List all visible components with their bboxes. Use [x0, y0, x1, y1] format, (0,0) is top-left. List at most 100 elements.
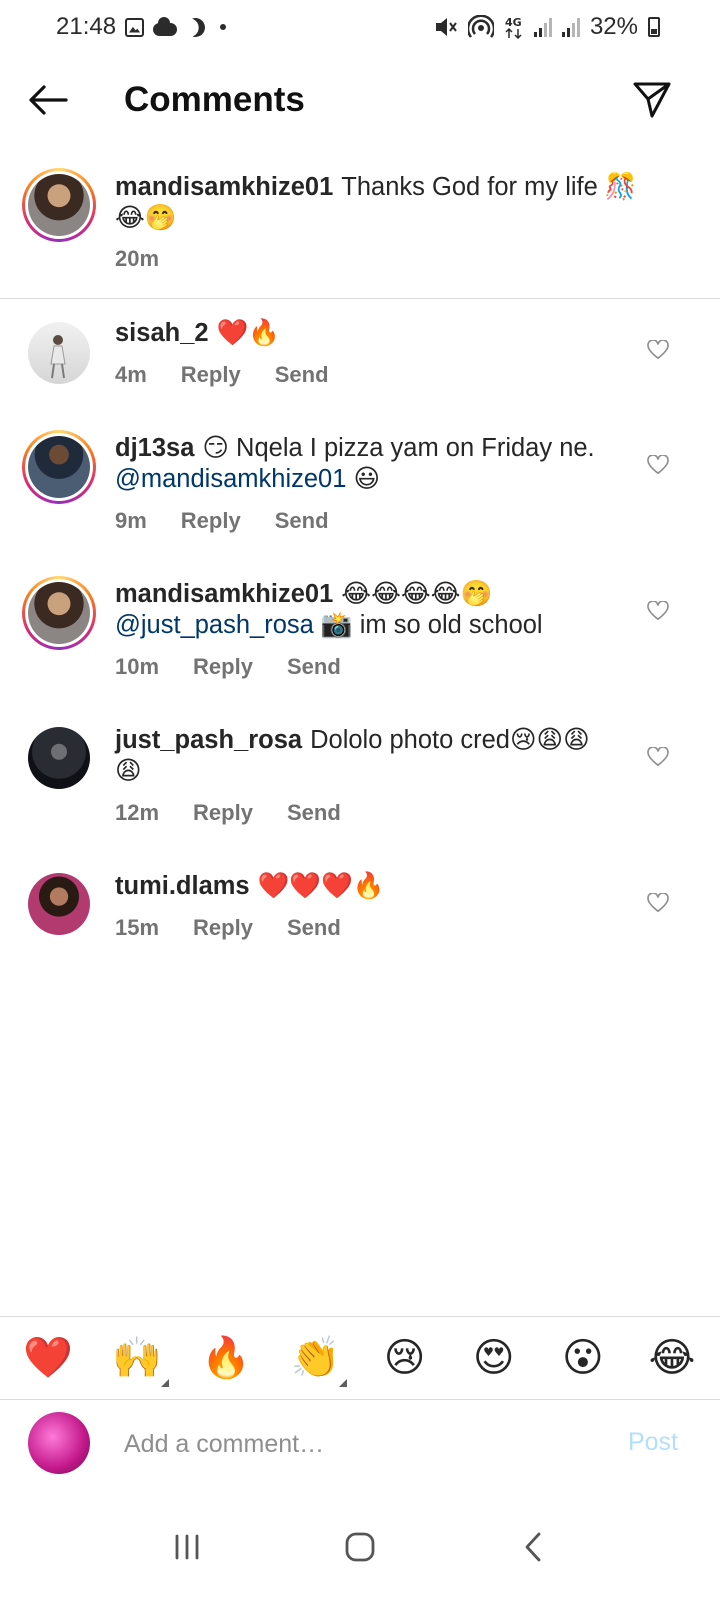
current-user-avatar: [28, 1412, 90, 1474]
post-button[interactable]: Post: [628, 1428, 678, 1457]
comment-item: tumi.dlams ❤️❤️❤️🔥 15m Reply Send: [0, 853, 720, 963]
reaction-heart-eyes-button[interactable]: 😍: [468, 1335, 520, 1381]
comment-time: 12m: [115, 800, 160, 825]
comment-meta: 15m Reply Send: [115, 915, 341, 941]
reply-button[interactable]: Reply: [193, 800, 253, 826]
comment-meta: 4m Reply Send: [115, 362, 329, 388]
comment-username[interactable]: just_pash_rosa: [115, 726, 302, 754]
like-comment-button[interactable]: [646, 338, 670, 362]
comment-mention[interactable]: @mandisamkhize01: [115, 465, 346, 493]
comment-item: dj13sa 😏 Nqela I pizza yam on Friday ne. …: [0, 415, 720, 555]
comment-avatar[interactable]: [22, 576, 96, 650]
comment-message-line2: 😩: [115, 757, 142, 785]
status-bar-left: 21:48: [56, 13, 227, 41]
skin-tone-indicator-icon: [161, 1379, 170, 1387]
comment-mention[interactable]: @just_pash_rosa: [115, 611, 314, 639]
header: Comments: [0, 62, 720, 138]
like-comment-button[interactable]: [646, 453, 670, 477]
comment-username[interactable]: dj13sa: [115, 434, 194, 462]
comment-message: 😂😂😂😂🤭: [341, 580, 493, 608]
like-comment-button[interactable]: [646, 599, 670, 623]
comment-time: 15m: [115, 915, 160, 940]
heart-outline-icon: [647, 893, 669, 913]
reaction-clapping-button[interactable]: 👏: [289, 1335, 348, 1387]
comment-avatar[interactable]: [28, 727, 90, 789]
hotspot-icon: [467, 15, 494, 38]
comment-message: 😏 Nqela I pizza yam on Friday ne.: [202, 434, 595, 462]
like-comment-button[interactable]: [646, 891, 670, 915]
comment-text: sisah_2 ❤️🔥: [115, 318, 625, 349]
comment-message: ❤️🔥: [216, 319, 281, 347]
post-caption: mandisamkhize01 Thanks God for my life 🎊 …: [0, 160, 720, 299]
reply-button[interactable]: Reply: [181, 508, 241, 534]
reply-button[interactable]: Reply: [193, 654, 253, 680]
reaction-crying-button[interactable]: 😢: [379, 1335, 431, 1381]
comment-time: 9m: [115, 508, 147, 533]
signal-icon: [533, 17, 552, 37]
notification-dot-icon: [220, 24, 227, 30]
comment-username[interactable]: tumi.dlams: [115, 872, 250, 900]
caption-avatar[interactable]: [22, 168, 96, 242]
mute-icon: [435, 18, 457, 36]
comment-text: dj13sa 😏 Nqela I pizza yam on Friday ne. …: [115, 433, 625, 495]
comment-composer: Post: [0, 1400, 720, 1494]
caption-time: 20m: [115, 246, 160, 271]
comment-meta: 10m Reply Send: [115, 654, 341, 680]
reaction-clapping-emoji: 👏: [290, 1335, 341, 1381]
status-time: 21:48: [56, 13, 117, 40]
share-button[interactable]: [628, 76, 676, 124]
comment-item: sisah_2 ❤️🔥 4m Reply Send: [0, 300, 720, 410]
reaction-raised-hands-button[interactable]: 🙌: [111, 1335, 170, 1387]
comment-avatar[interactable]: [28, 873, 90, 935]
reaction-laughing-button[interactable]: 😂: [646, 1335, 698, 1381]
page-title: Comments: [124, 80, 305, 119]
reply-button[interactable]: Reply: [181, 362, 241, 388]
comment-meta: 9m Reply Send: [115, 508, 329, 534]
comment-username[interactable]: sisah_2: [115, 319, 209, 347]
comment-message: ❤️❤️❤️🔥: [257, 872, 385, 900]
reply-button[interactable]: Reply: [193, 915, 253, 941]
comment-message-tail: 📸 im so old school: [313, 611, 543, 639]
send-button[interactable]: Send: [275, 508, 329, 534]
reaction-fire-button[interactable]: 🔥: [200, 1335, 252, 1381]
comment-username[interactable]: mandisamkhize01: [115, 580, 333, 608]
comment-input[interactable]: [124, 1424, 584, 1464]
reaction-surprised-button[interactable]: 😮: [557, 1335, 609, 1381]
status-bar-right: 4G 32%: [434, 13, 660, 41]
heart-outline-icon: [647, 747, 669, 767]
send-button[interactable]: Send: [287, 800, 341, 826]
battery-icon: [648, 17, 660, 37]
comment-time: 4m: [115, 362, 147, 387]
comment-meta: 12m Reply Send: [115, 800, 341, 826]
reaction-heart-button[interactable]: ❤️: [22, 1335, 74, 1381]
send-button[interactable]: Send: [275, 362, 329, 388]
recent-apps-button[interactable]: [157, 1517, 217, 1577]
comment-text: just_pash_rosa Dololo photo cred😢😩😩 😩: [115, 725, 625, 787]
send-icon: [633, 82, 671, 118]
comment-item: just_pash_rosa Dololo photo cred😢😩😩 😩 12m…: [0, 707, 720, 847]
comment-avatar[interactable]: [22, 430, 96, 504]
caption-meta: 20m: [115, 246, 159, 272]
comment-avatar[interactable]: [28, 322, 90, 384]
caption-text: mandisamkhize01 Thanks God for my life 🎊 …: [115, 172, 650, 234]
comment-message-tail: 😃: [346, 465, 381, 493]
4g-icon: 4G: [505, 16, 522, 39]
comment-item: mandisamkhize01 😂😂😂😂🤭 @just_pash_rosa 📸 i…: [0, 561, 720, 701]
arrow-left-icon: [29, 85, 68, 115]
reaction-raised-hands-emoji: 🙌: [112, 1335, 163, 1381]
like-comment-button[interactable]: [646, 745, 670, 769]
gallery-icon: [125, 17, 145, 37]
signal-icon: [561, 17, 580, 37]
send-button[interactable]: Send: [287, 654, 341, 680]
do-not-disturb-moon-icon: [183, 15, 207, 39]
home-button[interactable]: [330, 1517, 390, 1577]
back-button[interactable]: [24, 78, 72, 122]
comment-message: Dololo photo cred😢😩😩: [310, 726, 590, 754]
send-button[interactable]: Send: [287, 915, 341, 941]
comment-text: tumi.dlams ❤️❤️❤️🔥: [115, 871, 625, 902]
caption-username[interactable]: mandisamkhize01: [115, 173, 333, 201]
recent-apps-icon: [175, 1534, 199, 1560]
cloud-icon: [153, 16, 178, 36]
caption-message: Thanks God for my life 🎊: [341, 173, 637, 201]
nav-back-button[interactable]: [503, 1517, 563, 1577]
